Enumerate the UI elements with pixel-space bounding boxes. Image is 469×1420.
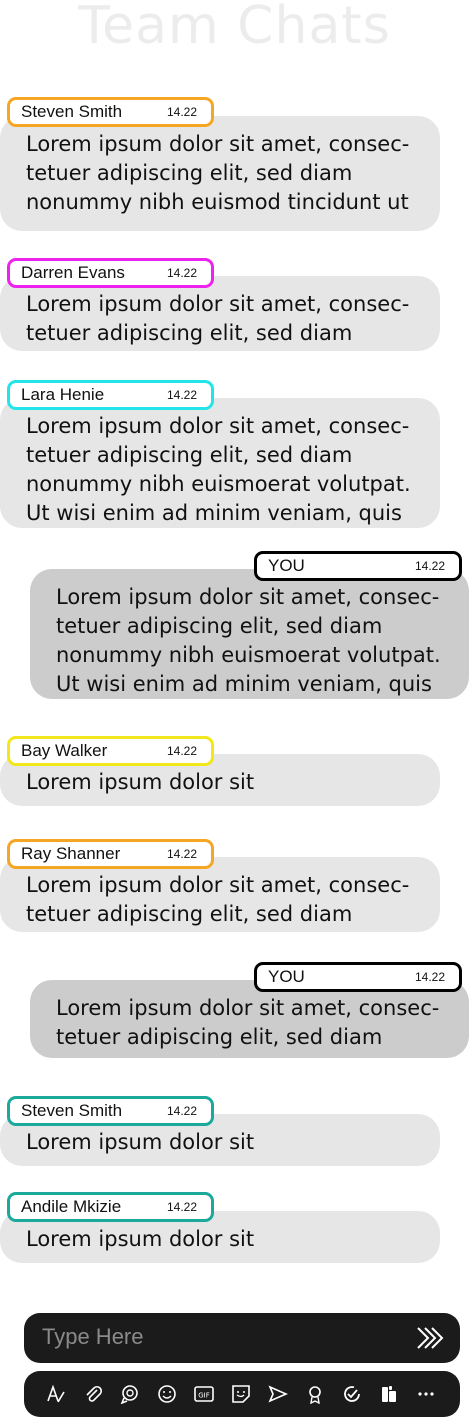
- sender-name: Darren Evans: [21, 263, 125, 282]
- message-time: 14.22: [166, 1104, 197, 1118]
- message-time: 14.22: [414, 970, 445, 984]
- message-time: 14.22: [166, 388, 197, 402]
- message-input[interactable]: Type Here: [24, 1313, 460, 1363]
- message-time: 14.22: [166, 105, 197, 119]
- more-icon[interactable]: [416, 1384, 436, 1404]
- format-text-icon[interactable]: [46, 1384, 66, 1404]
- message-time: 14.22: [166, 1200, 197, 1214]
- sender-tag[interactable]: Lara Henie 14.22: [7, 380, 214, 410]
- message-time: 14.22: [166, 847, 197, 861]
- message-bubble: Lorem ipsum dolor sit amet, consec- tetu…: [0, 116, 440, 231]
- send-chevrons-icon[interactable]: [416, 1326, 444, 1355]
- emoji-icon[interactable]: [157, 1384, 177, 1404]
- sender-tag[interactable]: Steven Smith 14.22: [7, 1096, 214, 1126]
- apps-icon[interactable]: [379, 1384, 399, 1404]
- sender-tag[interactable]: Bay Walker 14.22: [7, 736, 214, 766]
- sticker-icon[interactable]: [231, 1384, 251, 1404]
- svg-text:GIF: GIF: [198, 1392, 210, 1400]
- message-time: 14.22: [166, 266, 197, 280]
- sender-tag[interactable]: Darren Evans 14.22: [7, 258, 214, 288]
- message-time: 14.22: [414, 559, 445, 573]
- sender-tag[interactable]: Steven Smith 14.22: [7, 97, 214, 127]
- sender-name: Bay Walker: [21, 741, 108, 760]
- sender-name: Lara Henie: [21, 385, 105, 404]
- sender-name: YOU: [268, 556, 305, 575]
- approvals-icon[interactable]: [342, 1384, 362, 1404]
- sender-tag[interactable]: Ray Shanner 14.22: [7, 839, 214, 869]
- attach-icon[interactable]: [83, 1384, 103, 1404]
- message-time: 14.22: [166, 744, 197, 758]
- own-sender-tag[interactable]: YOU 14.22: [254, 962, 462, 992]
- message-bubble: Lorem ipsum dolor sit amet, consec- tetu…: [0, 398, 440, 528]
- loop-icon[interactable]: [120, 1384, 140, 1405]
- page-title: Team Chats: [78, 0, 391, 56]
- sender-name: YOU: [268, 967, 305, 986]
- sender-tag[interactable]: Andile Mkizie 14.22: [7, 1192, 214, 1222]
- praise-icon[interactable]: [305, 1384, 325, 1405]
- gif-icon[interactable]: GIF: [194, 1384, 214, 1404]
- sender-name: Ray Shanner: [21, 844, 121, 863]
- own-message-bubble: Lorem ipsum dolor sit amet, consec- tetu…: [30, 569, 469, 699]
- sender-name: Andile Mkizie: [21, 1197, 122, 1216]
- compose-toolbar: GIF: [24, 1371, 460, 1417]
- sender-name: Steven Smith: [21, 102, 123, 121]
- sender-name: Steven Smith: [21, 1101, 123, 1120]
- own-sender-tag[interactable]: YOU 14.22: [254, 551, 462, 581]
- schedule-send-icon[interactable]: [268, 1384, 288, 1404]
- message-input-placeholder: Type Here: [42, 1324, 144, 1349]
